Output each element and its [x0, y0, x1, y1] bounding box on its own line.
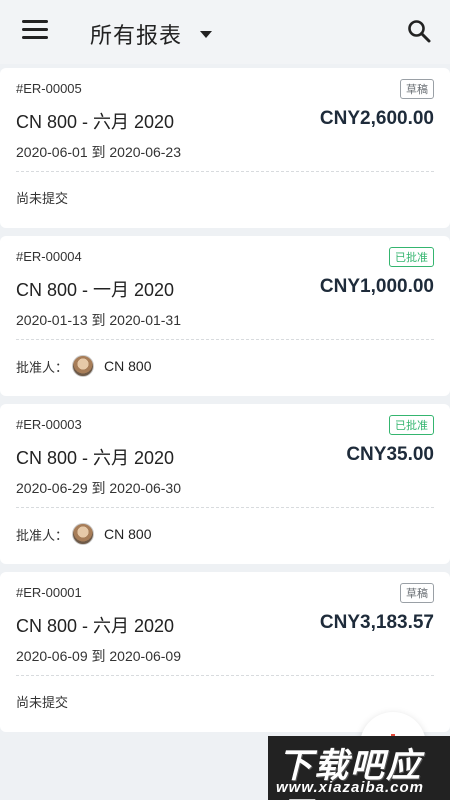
- approver-row: 批准人： CN 800: [16, 355, 151, 377]
- report-date-range: 2020-06-09 到 2020-06-09: [16, 648, 182, 664]
- report-card[interactable]: #ER-00004 已批准 CN 800 - 一月 2020 CNY1,000.…: [0, 236, 450, 396]
- status-badge: 已批准: [389, 247, 434, 267]
- report-card[interactable]: #ER-00003 已批准 CN 800 - 六月 2020 CNY35.00 …: [0, 404, 450, 564]
- report-card[interactable]: #ER-00001 草稿 CN 800 - 六月 2020 CNY3,183.5…: [0, 572, 450, 732]
- hamburger-icon[interactable]: [22, 20, 48, 42]
- report-amount: CNY1,000.00: [319, 276, 434, 297]
- report-id: #ER-00005: [16, 81, 82, 96]
- report-id: #ER-00003: [16, 417, 82, 432]
- report-amount: CNY35.00: [346, 444, 434, 465]
- watermark-logo: 下载吧应用 www.xiazaiba.com: [268, 736, 450, 800]
- page-title: 所有报表: [90, 23, 183, 48]
- divider: [16, 339, 434, 340]
- approver-row: 批准人： CN 800: [16, 523, 151, 545]
- status-badge: 草稿: [400, 79, 434, 99]
- report-amount: CNY2,600.00: [319, 108, 434, 129]
- divider: [16, 171, 434, 172]
- avatar: [72, 355, 95, 377]
- search-icon[interactable]: [406, 18, 432, 44]
- report-name: CN 800 - 六月 2020: [16, 616, 175, 636]
- submission-status: 尚未提交: [16, 695, 69, 710]
- report-filter-dropdown[interactable]: 所有报表: [90, 18, 213, 50]
- report-amount: CNY3,183.57: [319, 612, 434, 633]
- avatar: [72, 523, 95, 545]
- report-id: #ER-00004: [16, 249, 82, 264]
- divider: [16, 507, 434, 508]
- status-badge: 已批准: [389, 415, 434, 435]
- submission-status: 尚未提交: [16, 191, 69, 206]
- status-badge: 草稿: [400, 583, 434, 603]
- caret-down-icon: [200, 30, 213, 38]
- app-bar: 所有报表: [0, 0, 450, 64]
- report-list: #ER-00005 草稿 CN 800 - 六月 2020 CNY2,600.0…: [0, 68, 450, 740]
- approver-name: CN 800: [104, 358, 152, 374]
- report-name: CN 800 - 六月 2020: [16, 112, 175, 132]
- approver-label: 批准人：: [16, 527, 69, 543]
- approver-name: CN 800: [104, 526, 152, 542]
- report-name: CN 800 - 一月 2020: [16, 280, 175, 300]
- report-date-range: 2020-01-13 到 2020-01-31: [16, 312, 182, 328]
- approver-label: 批准人：: [16, 359, 69, 375]
- report-card[interactable]: #ER-00005 草稿 CN 800 - 六月 2020 CNY2,600.0…: [0, 68, 450, 228]
- watermark-url: www.xiazaiba.com: [276, 779, 424, 796]
- divider: [16, 675, 434, 676]
- report-id: #ER-00001: [16, 585, 82, 600]
- report-date-range: 2020-06-29 到 2020-06-30: [16, 480, 182, 496]
- report-name: CN 800 - 六月 2020: [16, 448, 175, 468]
- report-date-range: 2020-06-01 到 2020-06-23: [16, 144, 182, 160]
